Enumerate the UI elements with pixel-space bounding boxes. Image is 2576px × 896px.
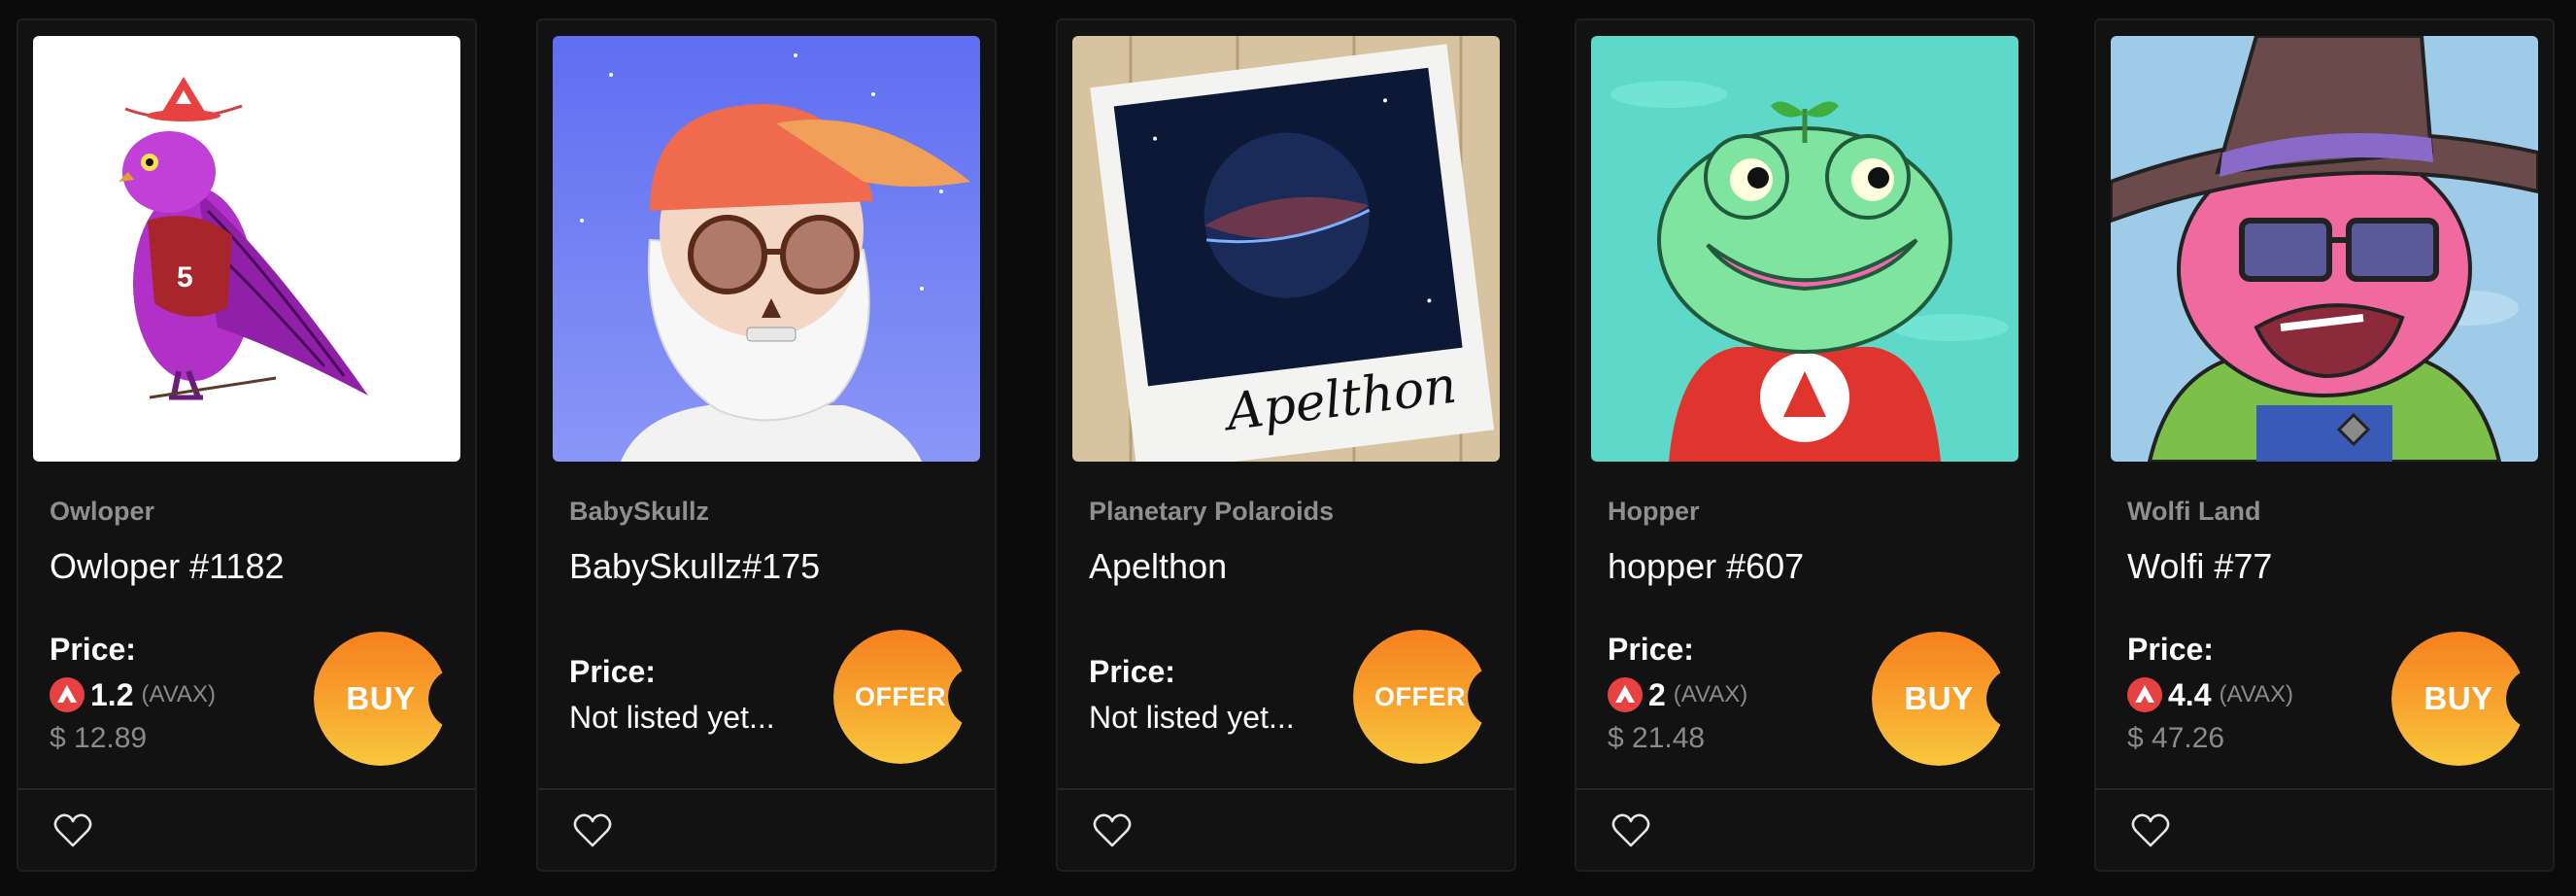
collection-name[interactable]: Wolfi Land [2127,497,2260,527]
nft-card[interactable]: BabySkullz BabySkullz#175 Price: Not lis… [536,18,997,872]
price-label: Price: [50,632,136,667]
nft-card[interactable]: 5 Owloper Owloper #1182 Price: 1.2 (AVAX… [17,18,477,872]
nft-image-owl[interactable]: 5 [33,36,460,462]
nft-title[interactable]: Owloper #1182 [50,546,285,587]
nft-card[interactable]: Hopper hopper #607 Price: 2 (AVAX) $ 21.… [1575,18,2035,872]
price-currency: (AVAX) [1673,681,1748,707]
price-currency: (AVAX) [141,681,216,707]
price-status: Not listed yet... [569,700,775,735]
offer-button[interactable]: OFFER [833,630,967,764]
offer-button[interactable]: OFFER [1353,630,1487,764]
avax-icon [2127,677,2162,712]
price-block: Price: Not listed yet... [569,651,841,741]
heart-icon[interactable] [1093,813,1132,848]
offer-button-label: OFFER [855,681,946,711]
nft-title[interactable]: Wolfi #77 [2127,546,2272,587]
price-block: Price: Not listed yet... [1089,651,1361,741]
price-block: Price: 1.2 (AVAX) $ 12.89 [50,629,322,761]
card-divider [1058,788,1514,790]
nft-image-planet[interactable]: Apelthon [1072,36,1500,462]
price-label: Price: [1089,654,1175,689]
nft-card[interactable]: Wolfi Land Wolfi #77 Price: 4.4 (AVAX) $… [2094,18,2555,872]
price-currency: (AVAX) [2219,681,2293,707]
card-divider [2096,788,2553,790]
nft-title[interactable]: Apelthon [1089,546,1227,587]
nft-card[interactable]: Apelthon Planetary Polaroids Apelthon Pr… [1056,18,1516,872]
price-usd: $ 47.26 [2127,722,2225,754]
nft-title[interactable]: BabySkullz#175 [569,546,820,587]
nft-card-grid: 5 Owloper Owloper #1182 Price: 1.2 (AVAX… [0,0,2576,896]
collection-name[interactable]: Hopper [1608,497,1700,527]
heart-icon[interactable] [2131,813,2170,848]
price-status: Not listed yet... [1089,700,1295,735]
price-label: Price: [569,654,656,689]
card-divider [538,788,995,790]
svg-text:5: 5 [177,261,193,293]
price-row: 4.4 (AVAX) [2127,673,2399,716]
collection-name[interactable]: Planetary Polaroids [1089,497,1334,527]
heart-icon[interactable] [573,813,612,848]
nft-image-frog[interactable] [1591,36,2018,462]
buy-button[interactable]: BUY [1872,632,2006,766]
buy-button-label: BUY [346,680,416,716]
price-value: 4.4 [2168,676,2212,712]
buy-button[interactable]: BUY [2391,632,2525,766]
nft-image-skull[interactable] [553,36,980,462]
avax-icon [50,677,85,712]
heart-icon[interactable] [1611,813,1650,848]
price-label: Price: [1608,632,1694,667]
price-usd: $ 21.48 [1608,722,1706,754]
buy-button-label: BUY [2423,680,2493,716]
nft-image-wolf[interactable] [2111,36,2538,462]
avax-icon [1608,677,1643,712]
price-label: Price: [2127,632,2214,667]
card-divider [1576,788,2033,790]
nft-title[interactable]: hopper #607 [1608,546,1804,587]
price-value: 1.2 [90,676,134,712]
price-usd: $ 12.89 [50,722,148,754]
heart-icon[interactable] [53,813,92,848]
price-block: Price: 4.4 (AVAX) $ 47.26 [2127,629,2399,761]
price-block: Price: 2 (AVAX) $ 21.48 [1608,629,1880,761]
collection-name[interactable]: BabySkullz [569,497,709,527]
card-divider [18,788,475,790]
price-row: 2 (AVAX) [1608,673,1880,716]
offer-button-label: OFFER [1374,681,1466,711]
buy-button-label: BUY [1904,680,1974,716]
price-row: 1.2 (AVAX) [50,673,322,716]
buy-button[interactable]: BUY [314,632,448,766]
collection-name[interactable]: Owloper [50,497,154,527]
price-value: 2 [1648,676,1666,712]
